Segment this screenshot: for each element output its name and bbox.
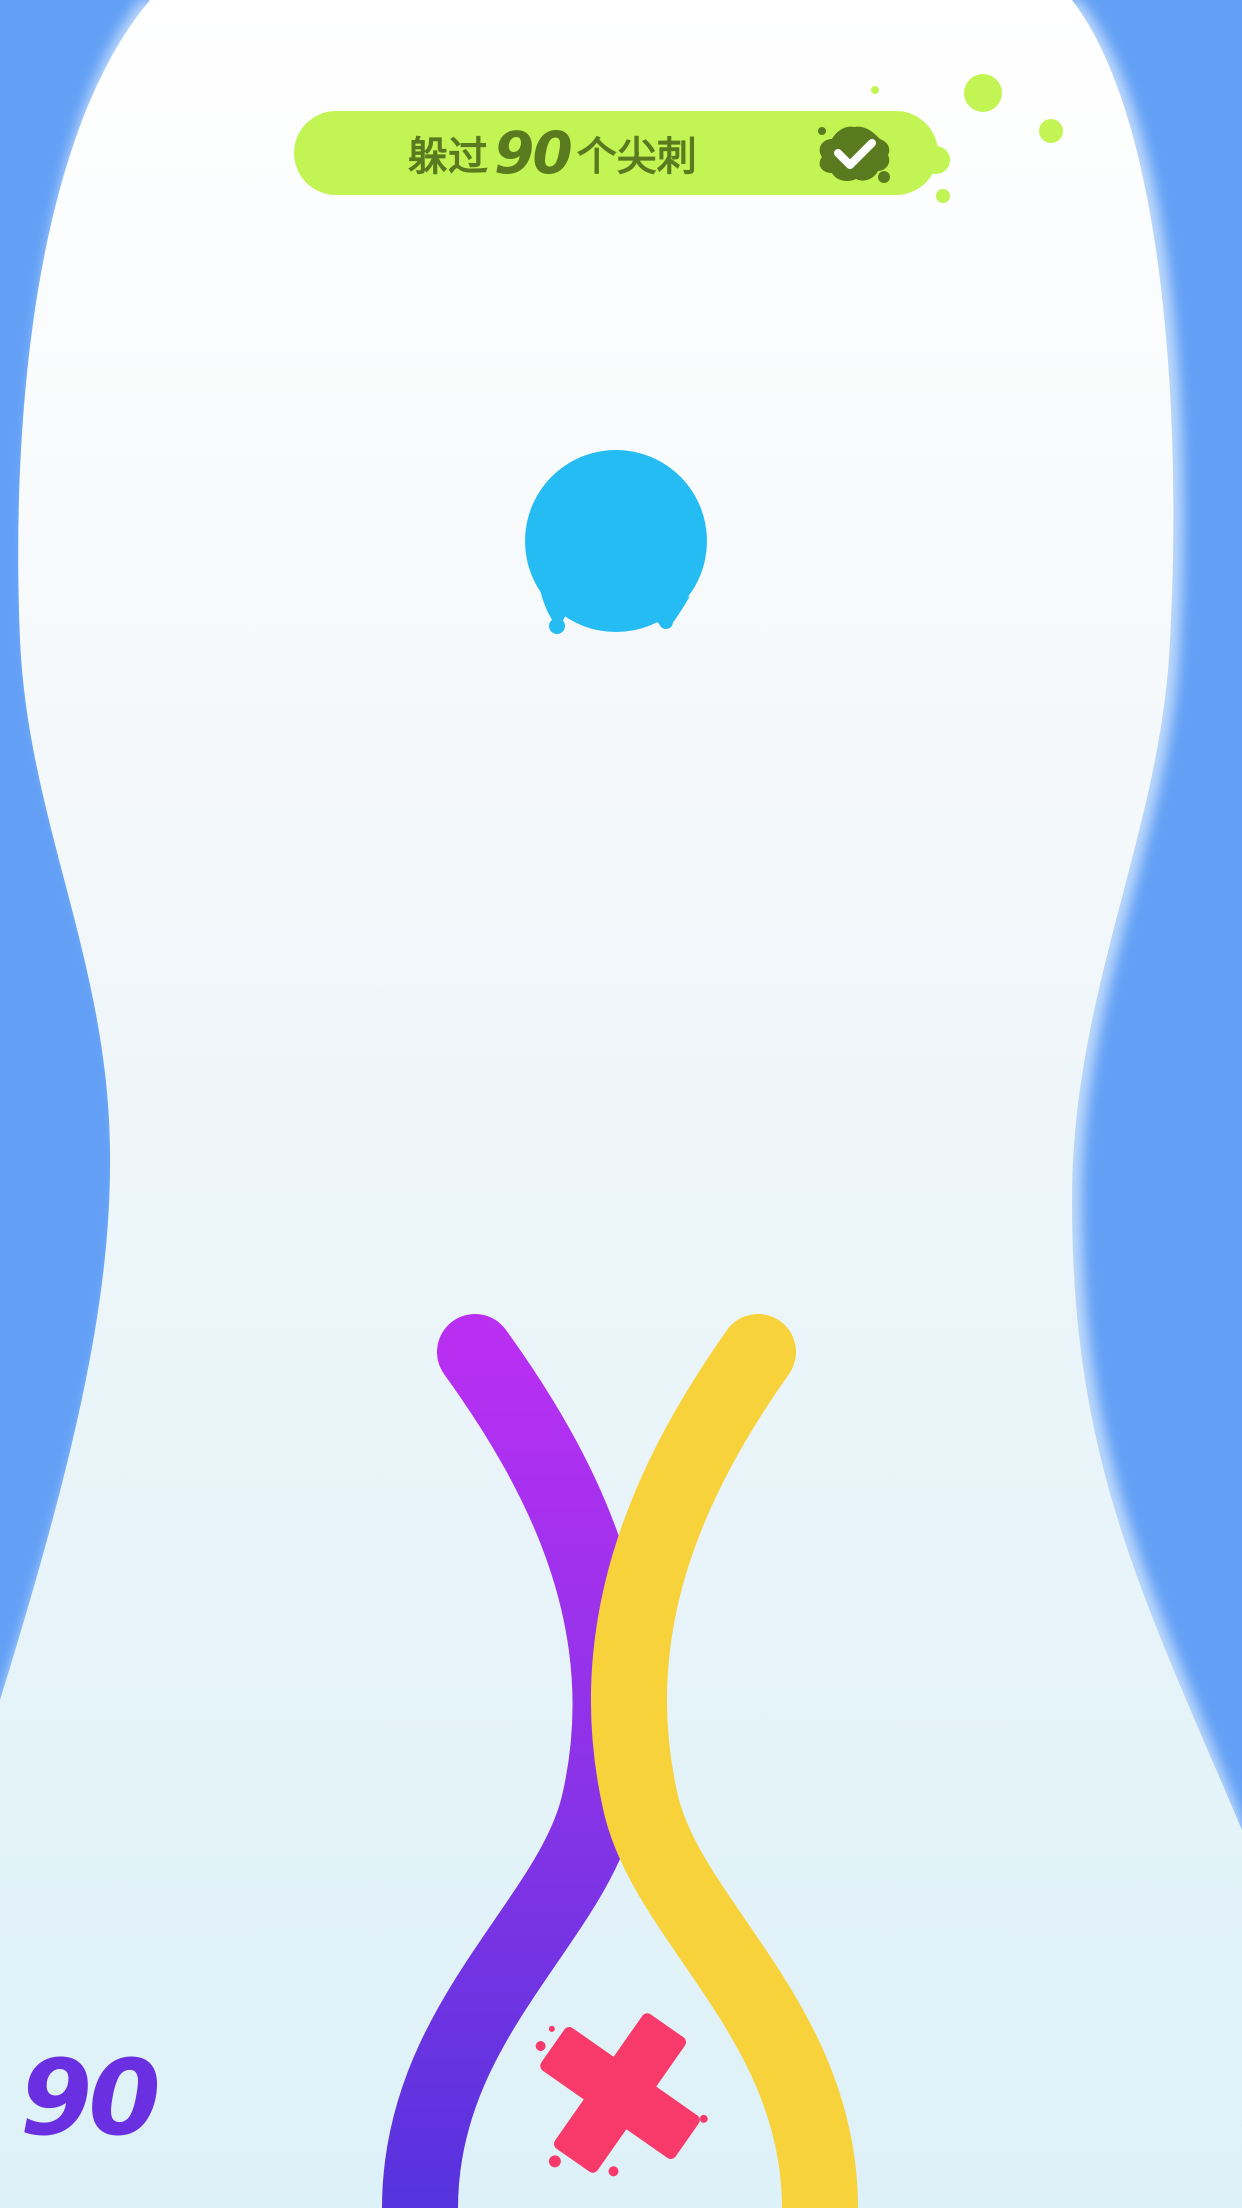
objective-banner: 躲过 90 个尖刺 <box>294 111 938 195</box>
game-screen[interactable]: 躲过 90 个尖刺 90 <box>0 0 1242 2208</box>
objective-suffix: 个尖刺 <box>576 134 697 180</box>
play-field[interactable] <box>0 0 1242 2208</box>
objective-text: 躲过 90 个尖刺 <box>408 111 697 195</box>
score-counter: 90 <box>20 2037 161 2159</box>
track <box>0 0 1242 2208</box>
player-ball <box>525 450 707 634</box>
objective-count: 90 <box>494 119 573 187</box>
check-splat-icon <box>818 126 890 183</box>
objective-prefix: 躲过 <box>408 134 488 180</box>
